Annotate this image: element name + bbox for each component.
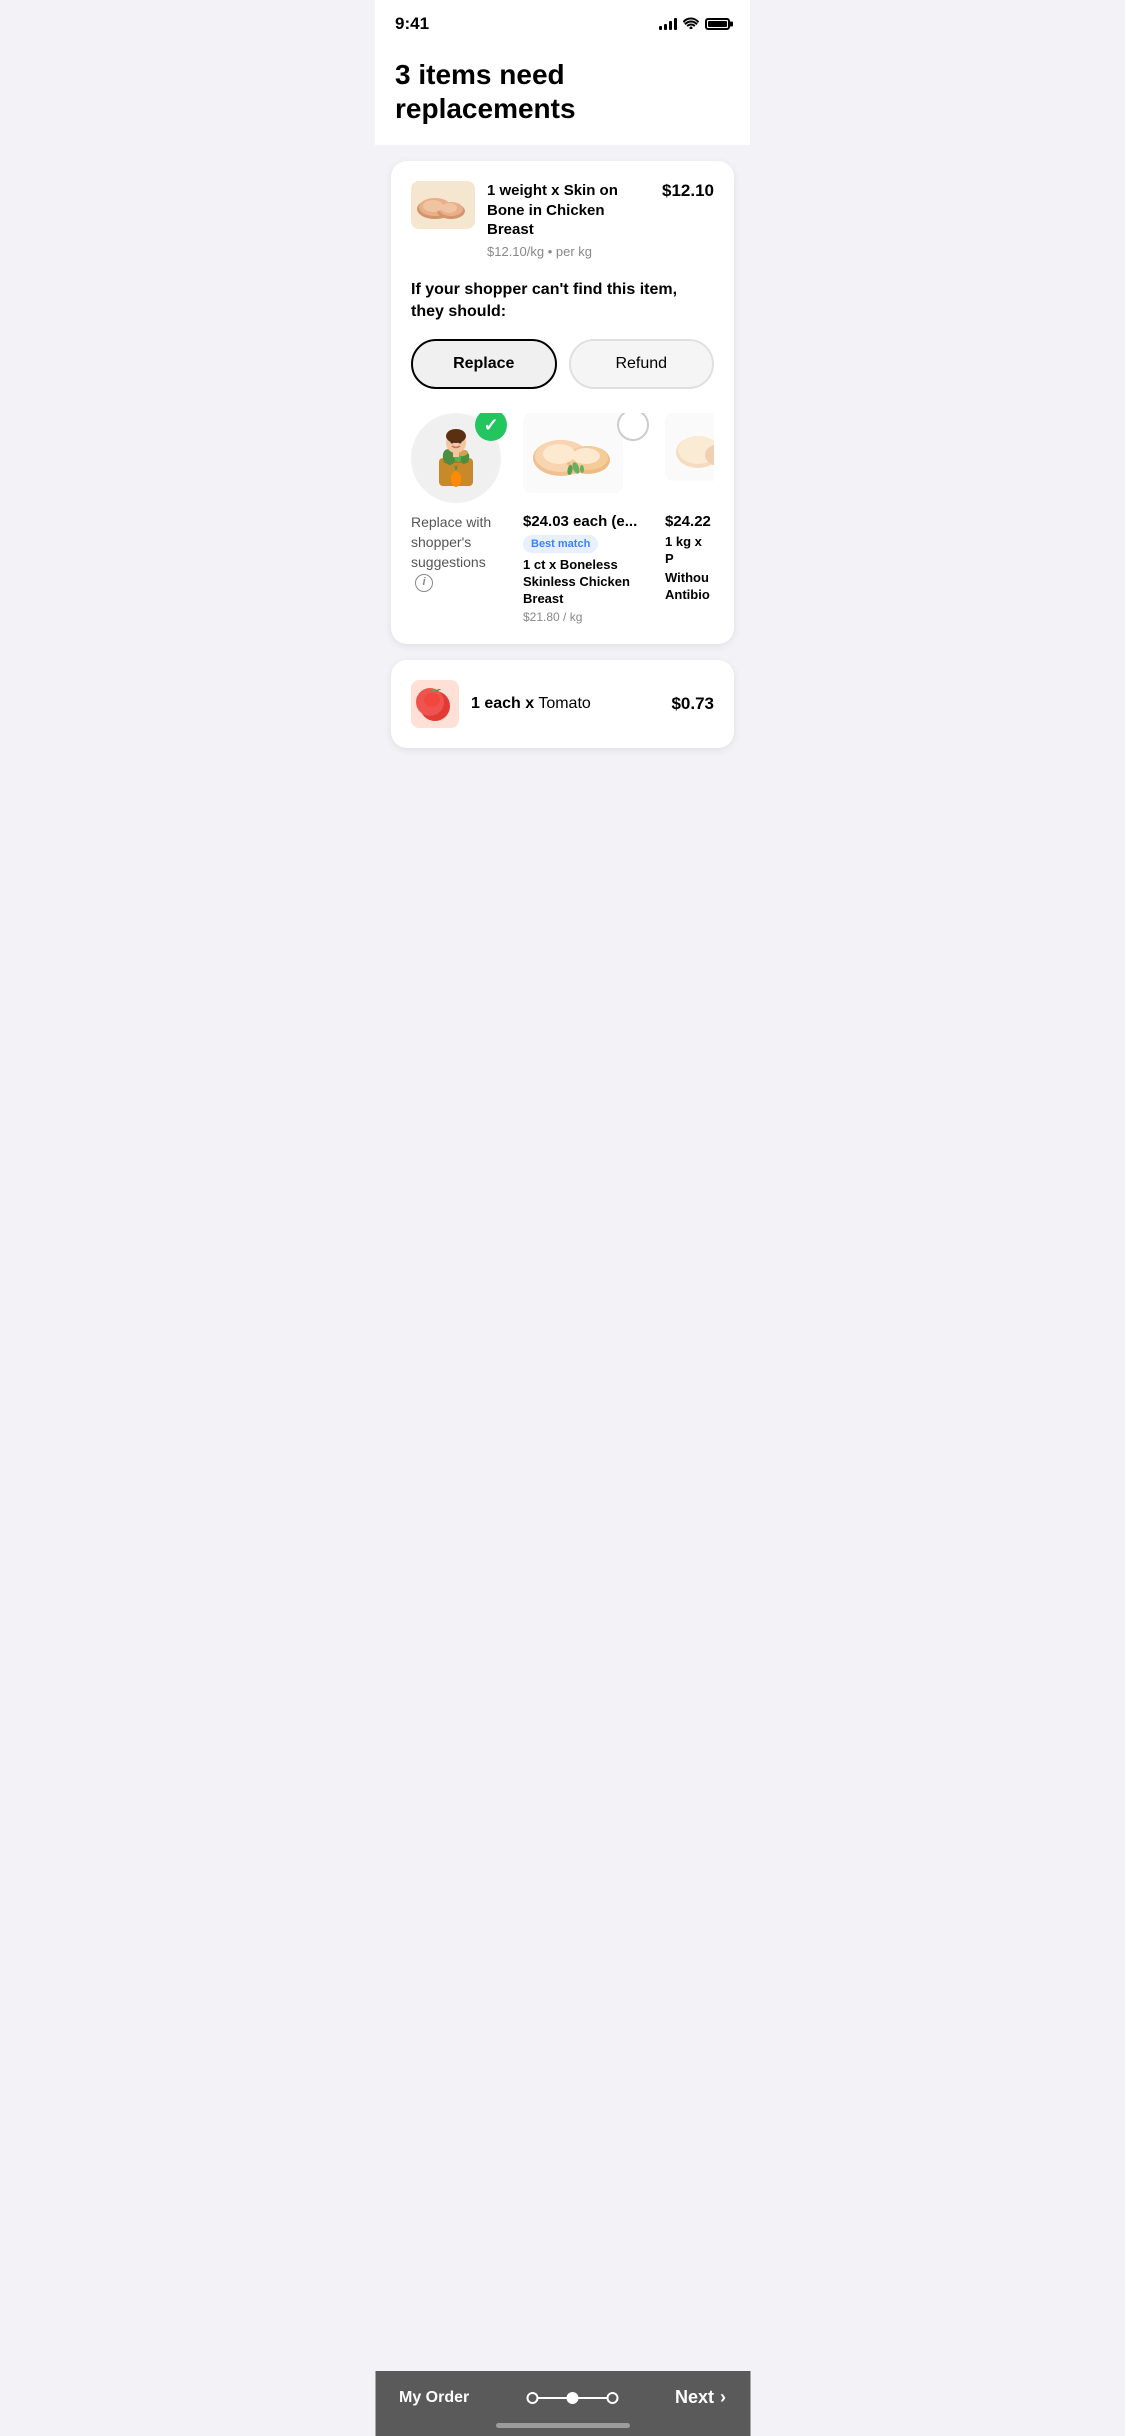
item-image [411, 181, 475, 229]
progress-dot-3 [606, 2392, 618, 2404]
item-card-2: 1 each x Tomato $0.73 [391, 660, 734, 748]
item-price-sub: $12.10/kg • per kg [487, 244, 650, 259]
replacement-buttons: Replace Refund [411, 339, 714, 389]
tomato-svg [415, 684, 455, 724]
progress-dot-2 [566, 2392, 578, 2404]
tomato-price: $0.73 [671, 694, 714, 714]
chevron-right-icon: › [720, 2387, 726, 2408]
next-button[interactable]: Next › [675, 2387, 726, 2408]
suggestion-1-name: 1 ct x Boneless Skinless Chicken Breast [523, 557, 653, 608]
suggestion-1-image-wrap [523, 413, 653, 503]
status-time: 9:41 [395, 14, 429, 34]
status-bar: 9:41 [375, 0, 750, 42]
chicken-image [413, 183, 473, 227]
my-order-label[interactable]: My Order [399, 2389, 469, 2407]
tomato-image [411, 680, 459, 728]
suggestion-item-2[interactable]: $24.22 1 kg x P Withou Antibio [665, 413, 714, 624]
suggestion-1-radio[interactable] [617, 413, 649, 441]
status-icons [659, 16, 730, 32]
suggestions-row: ✓ Replace with shopper's suggestions i [411, 413, 714, 624]
progress-dot-1 [526, 2392, 538, 2404]
page-title: 3 items need replacements [395, 58, 730, 125]
item-price: $12.10 [662, 181, 714, 201]
signal-icon [659, 18, 677, 30]
page-header: 3 items need replacements [375, 42, 750, 145]
boneless-chicken-svg [526, 418, 621, 488]
suggestion-2-image-wrap [665, 413, 714, 503]
chicken-2-svg [668, 417, 715, 477]
refund-button[interactable]: Refund [569, 339, 715, 389]
suggestion-2-name: 1 kg x P [665, 534, 714, 568]
home-indicator [496, 2423, 630, 2428]
shopper-message: If your shopper can't find this item, th… [411, 279, 714, 324]
progress-indicator [526, 2392, 618, 2404]
suggestion-item-1[interactable]: $24.03 each (e... Best match 1 ct x Bone… [523, 413, 653, 624]
suggestion-1-subprice: $21.80 / kg [523, 610, 653, 624]
shopper-image-wrap: ✓ [411, 413, 511, 503]
shopper-label: Replace with shopper's suggestions i [411, 513, 511, 591]
suggestion-1-price: $24.03 each (e... [523, 513, 653, 530]
battery-icon [705, 18, 730, 30]
suggestion-2-price: $24.22 [665, 513, 714, 530]
tomato-item-text: 1 each x Tomato [471, 695, 591, 712]
suggestion-2-detail: Withou Antibio [665, 570, 714, 604]
item-name: 1 weight x Skin on Bone in Chicken Breas… [487, 181, 650, 240]
wifi-icon [683, 16, 699, 32]
info-icon[interactable]: i [415, 574, 433, 592]
shopper-suggestion-option[interactable]: ✓ Replace with shopper's suggestions i [411, 413, 511, 624]
item-header: 1 weight x Skin on Bone in Chicken Breas… [411, 181, 714, 259]
progress-line-2 [578, 2397, 606, 2399]
progress-line-1 [538, 2397, 566, 2399]
tomato-details: 1 each x Tomato [471, 695, 659, 713]
selected-check-badge: ✓ [475, 413, 507, 441]
item-card-1: 1 weight x Skin on Bone in Chicken Breas… [391, 161, 734, 644]
suggestion-1-image [523, 413, 623, 493]
item-details: 1 weight x Skin on Bone in Chicken Breas… [487, 181, 650, 259]
best-match-badge: Best match [523, 535, 598, 553]
replace-button[interactable]: Replace [411, 339, 557, 389]
